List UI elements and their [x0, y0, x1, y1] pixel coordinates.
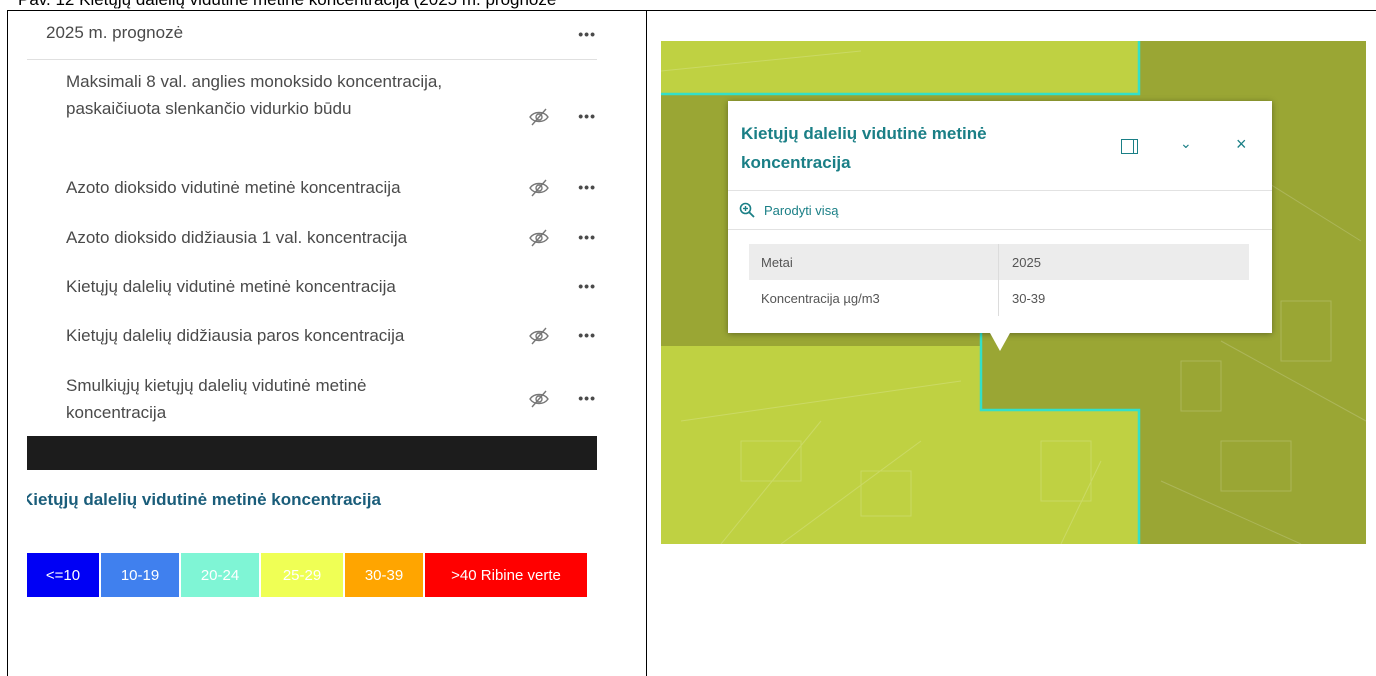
layer-options-button[interactable]: •••: [578, 229, 596, 245]
legend-swatch: 25-29: [261, 553, 343, 597]
chevron-down-icon[interactable]: ⌄: [1180, 135, 1192, 152]
layer-group-header[interactable]: 2025 m. prognozė •••: [46, 20, 606, 46]
panel-divider-bar: [27, 436, 597, 470]
layer-item-co-max8h[interactable]: Maksimali 8 val. anglies monoksido konce…: [66, 68, 596, 152]
layer-group-options-button[interactable]: •••: [578, 26, 596, 42]
layer-item-label: Smulkiųjų kietųjų dalelių vidutinė metin…: [66, 376, 367, 422]
layer-item-label: Kietųjų dalelių vidutinė metinė koncentr…: [66, 277, 396, 296]
legend-swatch: 10-19: [101, 553, 179, 597]
layer-item-pm10-daily[interactable]: Kietųjų dalelių didžiausia paros koncent…: [66, 322, 596, 350]
layer-options-button[interactable]: •••: [578, 278, 596, 294]
zoom-to-button[interactable]: Parodyti visą: [739, 202, 838, 218]
layer-item-label: Azoto dioksido didžiausia 1 val. koncent…: [66, 228, 408, 247]
attribute-value: 2025: [1012, 254, 1041, 270]
zoom-to-label: Parodyti visą: [764, 202, 839, 218]
layer-item-label: Maksimali 8 val. anglies monoksido konce…: [66, 72, 443, 118]
attribute-table: Metai 2025 Koncentracija µg/m3 30-39: [749, 244, 1249, 316]
layer-item-pm10-annual[interactable]: Kietųjų dalelių vidutinė metinė koncentr…: [66, 273, 596, 301]
layer-group-divider: [27, 59, 597, 60]
feature-popup: Kietųjų dalelių vidutinė metinė koncentr…: [728, 101, 1272, 333]
layer-item-no2-max1h[interactable]: Azoto dioksido didžiausia 1 val. koncent…: [66, 224, 596, 252]
table-row: Metai 2025: [749, 244, 1249, 280]
popup-divider: [728, 229, 1272, 230]
legend-swatch: <=10: [27, 553, 99, 597]
visibility-off-icon[interactable]: [528, 229, 550, 247]
layer-item-label: Kietųjų dalelių didžiausia paros koncent…: [66, 326, 405, 345]
layer-options-button[interactable]: •••: [578, 108, 596, 124]
layer-item-label: Azoto dioksido vidutinė metinė koncentra…: [66, 178, 401, 197]
popup-divider: [728, 190, 1272, 191]
visibility-off-icon[interactable]: [528, 179, 550, 197]
legend-title: Kietųjų dalelių vidutinė metinė koncentr…: [27, 490, 381, 509]
visibility-off-icon[interactable]: [528, 108, 550, 126]
dock-icon[interactable]: [1121, 139, 1138, 154]
layer-item-pm25-annual[interactable]: Smulkiųjų kietųjų dalelių vidutinė metin…: [66, 372, 596, 428]
close-icon[interactable]: ×: [1236, 135, 1247, 153]
visibility-off-icon[interactable]: [528, 327, 550, 345]
table-border-top: [7, 10, 1376, 11]
layer-options-button[interactable]: •••: [578, 327, 596, 343]
legend-swatch: 20-24: [181, 553, 259, 597]
table-row: Koncentracija µg/m3 30-39: [749, 280, 1249, 316]
layer-group-title: 2025 m. prognozė: [46, 23, 184, 42]
layer-options-button[interactable]: •••: [578, 179, 596, 195]
layer-options-button[interactable]: •••: [578, 390, 596, 406]
attribute-key: Metai: [749, 244, 999, 280]
attribute-key: Koncentracija µg/m3: [749, 280, 999, 316]
popup-pointer: [990, 333, 1010, 351]
visibility-off-icon[interactable]: [528, 390, 550, 408]
table-border-middle: [646, 10, 647, 676]
figure-caption: Pav. 12 Kietųjų dalelių vidutinė metinė …: [18, 0, 758, 9]
table-border-left: [7, 10, 8, 676]
zoom-in-icon: [739, 202, 755, 218]
legend-swatch: >40 Ribine verte: [425, 553, 587, 597]
legend: <=10 10-19 20-24 25-29 30-39 >40 Ribine …: [27, 553, 589, 597]
layer-item-no2-annual[interactable]: Azoto dioksido vidutinė metinė koncentra…: [66, 174, 596, 202]
popup-title: Kietųjų dalelių vidutinė metinė koncentr…: [741, 124, 987, 172]
attribute-value: 30-39: [1012, 290, 1046, 306]
legend-swatch: 30-39: [345, 553, 423, 597]
